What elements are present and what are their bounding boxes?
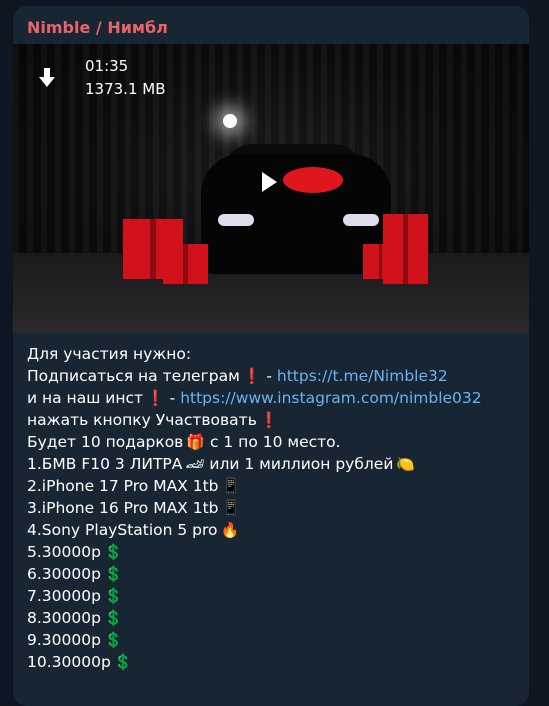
dollar-icon: 💲 xyxy=(113,653,133,671)
text-line: Будет 10 подарков 🎁 с 1 по 10 место. xyxy=(27,433,341,451)
gift-bow xyxy=(283,167,343,193)
text-line: 4.Sony PlayStation 5 pro 🔥 xyxy=(27,521,240,539)
dollar-icon: 💲 xyxy=(103,609,123,627)
dollar-icon: 💲 xyxy=(103,631,123,649)
dollar-icon: 💲 xyxy=(103,565,123,583)
gift-icon: 🎁 xyxy=(186,433,206,451)
fire-icon: 🔥 xyxy=(220,521,240,539)
telegram-link[interactable]: https://t.me/Nimble32 xyxy=(277,367,448,385)
text-line: 8.30000р 💲 xyxy=(27,609,123,627)
car-headlight xyxy=(218,214,254,226)
car-headlight xyxy=(343,214,379,226)
text-line: 7.30000р 💲 xyxy=(27,587,123,605)
video-size: 1373.1 MB xyxy=(85,80,166,98)
exclamation-icon: ❗ xyxy=(146,389,165,407)
gift-box xyxy=(363,244,398,279)
text-line: 6.30000р 💲 xyxy=(27,565,123,583)
dollar-icon: 💲 xyxy=(103,587,123,605)
race-car-icon: 🏎 xyxy=(185,455,205,473)
text-line: 10.30000р 💲 xyxy=(27,653,133,671)
video-preview[interactable]: 01:35 1373.1 MB xyxy=(13,44,529,333)
dollar-icon: 💲 xyxy=(103,543,123,561)
lemon-icon: 🍋 xyxy=(396,455,416,473)
text-line: 3.iPhone 16 Pro MAX 1tb 📱 xyxy=(27,499,241,517)
spotlight xyxy=(223,114,237,128)
text-line: нажать кнопку Участвовать ❗ xyxy=(27,411,279,429)
exclamation-icon: ❗ xyxy=(259,411,279,429)
video-duration: 01:35 xyxy=(85,57,129,75)
text-line: Подписаться на телеграм ❗ - https://t.me/… xyxy=(27,367,448,385)
phone-icon: 📱 xyxy=(221,477,241,495)
text-line: 2.iPhone 17 Pro MAX 1tb 📱 xyxy=(27,477,241,495)
text-line: 5.30000р 💲 xyxy=(27,543,123,561)
message-bubble: Nimble / Нимбл 01:35 1373.1 MB Для участ… xyxy=(13,6,529,706)
text-line: 9.30000р 💲 xyxy=(27,631,123,649)
instagram-link[interactable]: https://www.instagram.com/nimble032 xyxy=(180,389,481,407)
message-text: Для участия нужно: Подписаться на телегр… xyxy=(27,343,517,673)
download-icon[interactable] xyxy=(37,66,57,90)
gift-box xyxy=(163,244,208,284)
text-line: и на наш инст ❗ - https://www.instagram.c… xyxy=(27,389,482,407)
exclamation-icon: ❗ xyxy=(242,367,262,385)
phone-icon: 📱 xyxy=(221,499,241,517)
sender-name[interactable]: Nimble / Нимбл xyxy=(27,18,168,37)
text-line: 1.БМВ F10 3 ЛИТРА 🏎 или 1 миллион рублей 🍋 xyxy=(27,455,416,473)
play-icon[interactable] xyxy=(262,172,277,192)
text-line: Для участия нужно: xyxy=(27,345,192,363)
